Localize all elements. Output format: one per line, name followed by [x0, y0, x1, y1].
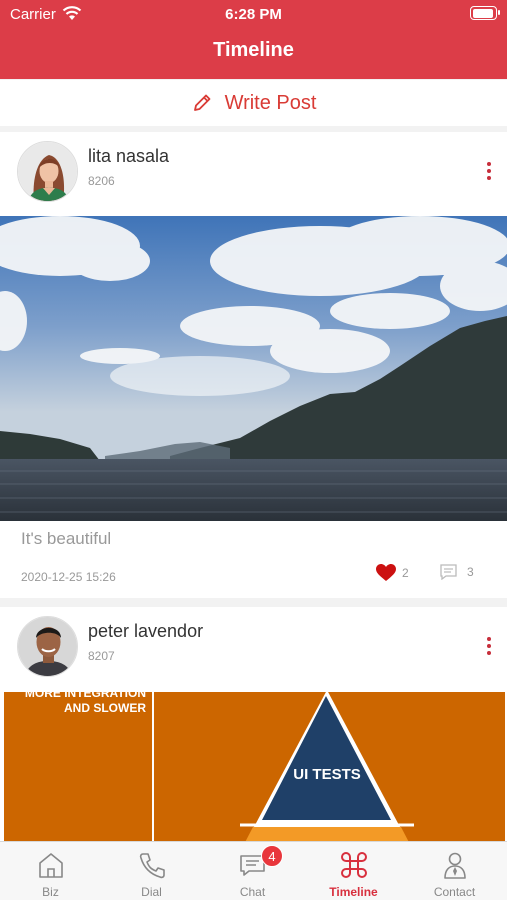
command-icon [341, 852, 367, 878]
timeline-screen: Carrier 6:28 PM Timeline Write Post lita… [0, 0, 507, 900]
avatar[interactable] [17, 141, 78, 202]
phone-icon [139, 853, 165, 879]
write-post-label: Write Post [224, 91, 317, 114]
write-post-button[interactable]: Write Post [0, 80, 507, 126]
author-name[interactable]: peter lavendor [88, 621, 203, 642]
tab-contact[interactable]: Contact [404, 842, 505, 900]
tab-label: Contact [433, 885, 476, 899]
author-id: 8207 [88, 649, 115, 663]
page-title: Timeline [213, 39, 294, 61]
author-id: 8206 [88, 174, 115, 188]
tab-label: Timeline [329, 885, 378, 899]
more-options-icon[interactable] [487, 637, 491, 657]
post-date: 2020-12-25 15:26 [21, 570, 116, 584]
unread-badge: 4 [261, 845, 283, 867]
tab-label: Chat [239, 885, 266, 899]
contact-icon [444, 852, 466, 879]
post-card: peter lavendor 8207 MORE INTEGRATION AND… [0, 607, 507, 847]
comment-count: 3 [467, 565, 474, 579]
tab-label: Biz [42, 885, 59, 899]
status-time: 6:28 PM [225, 6, 282, 23]
tab-label: Dial [141, 885, 162, 899]
tab-biz[interactable]: Biz [0, 842, 101, 900]
like-button[interactable]: 2 [376, 564, 409, 582]
status-bar: Carrier 6:28 PM [0, 0, 507, 30]
comment-icon [440, 564, 457, 580]
pyramid-graphic [240, 692, 414, 847]
battery-level [472, 8, 494, 18]
battery-icon [470, 6, 500, 20]
pencil-icon [193, 94, 210, 111]
more-options-icon[interactable] [487, 162, 491, 182]
post-photo[interactable] [0, 216, 507, 521]
post-text: It's beautiful [21, 529, 112, 548]
post-image[interactable]: MORE INTEGRATION AND SLOWER UI TESTS [4, 692, 505, 847]
tab-dial[interactable]: Dial [101, 842, 202, 900]
home-icon [39, 853, 63, 878]
heart-icon [376, 564, 396, 581]
avatar[interactable] [17, 616, 78, 677]
tab-timeline[interactable]: Timeline [303, 842, 404, 900]
tab-bar: Biz Dial 4 Chat Timeline Contact [0, 841, 507, 900]
like-count: 2 [402, 566, 409, 580]
app-header: Carrier 6:28 PM Timeline [0, 0, 507, 79]
author-name[interactable]: lita nasala [88, 146, 169, 167]
comment-button[interactable]: 3 [440, 564, 474, 580]
post-card: lita nasala 8206 It's beautiful 2020-12-… [0, 132, 507, 598]
slide-label: UI TESTS [293, 766, 361, 783]
tab-chat[interactable]: 4 Chat [202, 842, 303, 900]
